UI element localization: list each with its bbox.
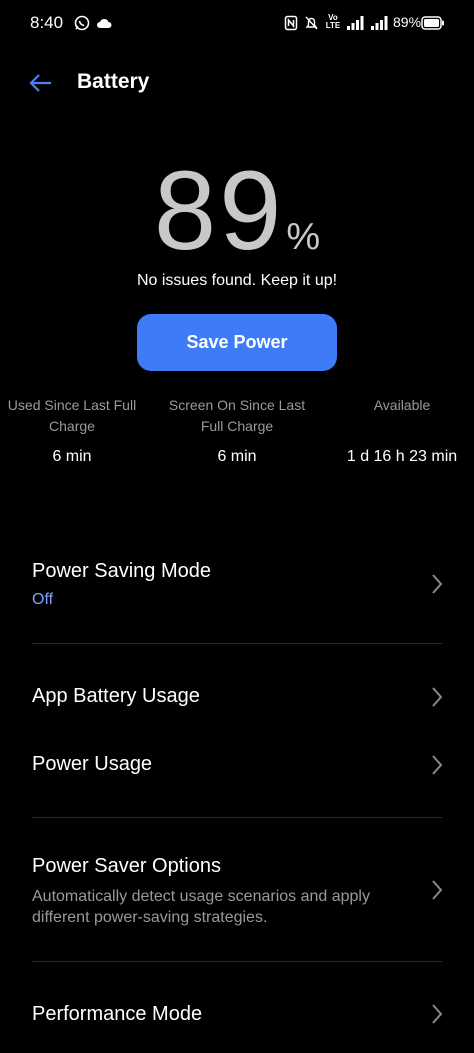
app-battery-usage-title: App Battery Usage — [32, 685, 200, 707]
performance-mode-item[interactable]: Performance Mode — [0, 988, 474, 1044]
signal-icon — [346, 13, 364, 33]
volte-text: Vo LTE — [325, 13, 341, 30]
status-battery-percent: 89% — [393, 14, 422, 30]
stat-label: Screen On Since Last Full Charge — [168, 397, 306, 434]
power-saving-mode-status: Off — [32, 591, 54, 608]
performance-mode-title: Performance Mode — [32, 1003, 203, 1025]
save-power-button[interactable]: Save Power — [137, 314, 337, 371]
whatsapp-icon — [74, 13, 90, 33]
stat-value: 6 min — [52, 448, 92, 465]
chevron-right-icon — [432, 755, 443, 775]
cloud-icon — [96, 13, 112, 33]
power-saver-options-description: Automatically detect usage scenarios and… — [32, 888, 370, 926]
stat-value: 6 min — [217, 448, 257, 465]
chevron-right-icon — [432, 880, 443, 900]
stat-label: Available — [373, 397, 431, 413]
battery-icon — [421, 13, 445, 33]
power-saving-mode-item[interactable]: Power Saving Mode Off — [0, 545, 474, 635]
battery-percent-number: 89 — [153, 148, 285, 273]
status-bar: 8:40 Vo LTE 89% — [0, 0, 474, 46]
volte-icon: Vo LTE — [324, 14, 342, 34]
stat-screen-on: Screen On Since Last Full Charge 6 min — [158, 395, 316, 465]
power-saver-options-title: Power Saver Options — [32, 855, 221, 877]
chevron-right-icon — [432, 574, 443, 594]
divider — [32, 817, 442, 818]
power-usage-item[interactable]: Power Usage — [0, 738, 474, 794]
nfc-icon — [284, 13, 298, 33]
stat-used-since-charge: Used Since Last Full Charge 6 min — [0, 395, 151, 465]
chevron-right-icon — [432, 687, 443, 707]
divider — [32, 643, 442, 644]
stat-label: Used Since Last Full Charge — [7, 397, 137, 434]
app-battery-usage-item[interactable]: App Battery Usage — [0, 670, 474, 726]
back-button[interactable] — [28, 70, 54, 96]
page-title: Battery — [77, 70, 150, 93]
power-saving-mode-title: Power Saving Mode — [32, 560, 211, 582]
signal-icon — [370, 13, 388, 33]
power-saver-options-item[interactable]: Power Saver Options Automatically detect… — [0, 840, 474, 940]
battery-percent-sign: % — [286, 216, 321, 258]
status-time: 8:40 — [30, 13, 64, 32]
mute-icon — [304, 13, 319, 33]
chevron-right-icon — [432, 1004, 443, 1024]
battery-status-message: No issues found. Keep it up! — [136, 272, 338, 289]
stat-value: 1 d 16 h 23 min — [346, 448, 458, 465]
divider — [32, 961, 442, 962]
back-arrow-icon — [29, 74, 51, 92]
power-usage-title: Power Usage — [32, 753, 153, 775]
battery-level: 89% — [0, 146, 474, 275]
stat-available: Available 1 d 16 h 23 min — [323, 395, 474, 465]
